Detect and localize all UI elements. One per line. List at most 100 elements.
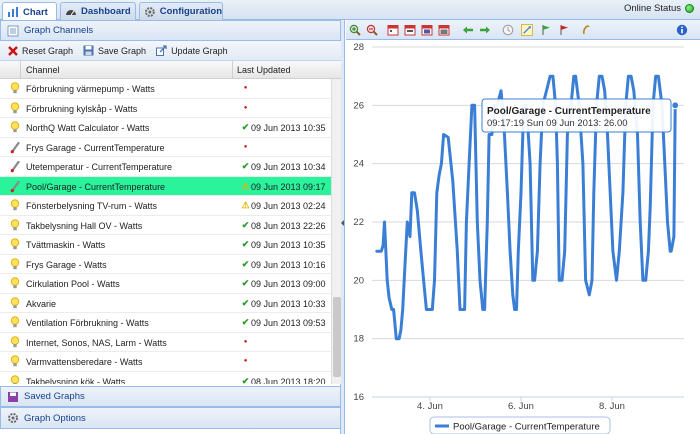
error-icon: ● xyxy=(243,85,248,91)
left-panel: Graph Channels Reset Graph Save Graph Up… xyxy=(0,20,341,434)
zoom-out-icon[interactable] xyxy=(366,24,378,36)
bulb-icon xyxy=(10,335,20,347)
bulb-icon xyxy=(10,277,20,289)
table-row[interactable]: Akvarie ✔ 09 Jun 2013 10:33 xyxy=(0,294,331,313)
channel-name: Akvarie xyxy=(26,298,57,309)
table-row[interactable]: Ventilation Förbrukning - Watts ✔ 09 Jun 2… xyxy=(0,313,331,333)
y-tick-label: 22 xyxy=(353,217,364,228)
check-icon: ✔ xyxy=(241,375,250,385)
table-row[interactable]: Frys Garage - CurrentTemperature ● xyxy=(0,138,331,157)
chart-toolbar xyxy=(346,20,700,40)
bulb-icon xyxy=(10,355,20,367)
floppy-disk-icon xyxy=(83,45,94,56)
calendar-year-icon[interactable] xyxy=(438,24,450,36)
channel-name: Internet, Sonos, NAS, Larm - Watts xyxy=(26,337,167,348)
temperature-chart[interactable]: 16 18 20 22 24 26 28 4. Jun 6. Jun 8. Jun Pool/Gar… xyxy=(346,40,700,434)
last-updated: 09 Jun 2013 10:35 xyxy=(251,123,326,133)
tab-chart[interactable]: Chart xyxy=(2,2,57,21)
channels-toolbar: Reset Graph Save Graph Update Graph xyxy=(0,41,341,61)
online-status: Online Status xyxy=(624,3,694,14)
thermometer-icon xyxy=(10,141,20,153)
tab-dashboard-label: Dashboard xyxy=(81,6,131,17)
table-row[interactable]: NorthQ Watt Calculator - Watts ✔ 09 Jun 20… xyxy=(0,118,331,138)
table-row[interactable]: Fönsterbelysning TV-rum - Watts ⚠ 09 Jun 2… xyxy=(0,196,331,216)
column-channel[interactable]: Channel xyxy=(26,65,60,75)
column-last-updated[interactable]: Last Updated xyxy=(237,65,291,75)
last-updated: 09 Jun 2013 10:16 xyxy=(251,259,326,270)
table-row[interactable]: Frys Garage - Watts ✔ 09 Jun 2013 10:16 xyxy=(0,255,331,274)
saved-graphs-header[interactable]: Saved Graphs xyxy=(0,386,341,407)
table-row[interactable]: Takbelysning kök - Watts ✔ 08 Jun 2013 18:… xyxy=(0,372,331,385)
last-updated: 09 Jun 2013 02:24 xyxy=(251,201,326,211)
tab-dashboard[interactable]: Dashboard xyxy=(60,2,136,20)
tab-bar: Chart Dashboard Configuration Online Sta… xyxy=(0,0,700,21)
table-row[interactable]: Cirkulation Pool - Watts ✔ 09 Jun 2013 09:… xyxy=(0,274,331,294)
last-updated: 09 Jun 2013 09:53 xyxy=(251,318,326,328)
graph-options-label: Graph Options xyxy=(24,412,86,424)
marker-icon[interactable] xyxy=(580,24,592,36)
reset-graph-label: Reset Graph xyxy=(22,45,74,56)
y-tick-label: 20 xyxy=(353,275,364,286)
save-graph-label: Save Graph xyxy=(98,45,147,56)
collapse-arrow-icon[interactable] xyxy=(341,220,344,226)
gear-icon xyxy=(144,6,155,17)
channel-name: Förbrukning värmepump - Watts xyxy=(26,84,155,94)
table-row[interactable]: Takbelysning Hall OV - Watts ✔ 08 Jun 2013… xyxy=(0,216,331,235)
info-icon[interactable] xyxy=(676,24,688,36)
saved-graphs-label: Saved Graphs xyxy=(24,391,85,402)
error-icon: ● xyxy=(243,338,248,345)
calendar-month-icon[interactable] xyxy=(421,24,433,36)
legend-label: Pool/Garage - CurrentTemperature xyxy=(453,422,600,433)
panel-splitter[interactable] xyxy=(341,20,345,434)
error-icon: ● xyxy=(243,104,248,111)
table-row[interactable]: Utetemperatur - CurrentTemperature ✔ 09 Ju… xyxy=(0,157,331,177)
update-graph-button[interactable]: Update Graph xyxy=(156,45,228,56)
channels-scrollbar[interactable] xyxy=(331,79,341,384)
table-row[interactable]: Förbrukning kylskåp - Watts ● xyxy=(0,99,331,118)
y-tick-label: 24 xyxy=(353,159,364,170)
save-graph-button[interactable]: Save Graph xyxy=(83,45,146,56)
calendar-day-icon[interactable] xyxy=(387,24,399,36)
table-row[interactable]: Internet, Sonos, NAS, Larm - Watts ● xyxy=(0,333,331,352)
graph-channels-icon xyxy=(7,25,19,36)
check-icon: ✔ xyxy=(241,317,250,327)
tab-configuration[interactable]: Configuration xyxy=(139,2,223,20)
chart-panel: 16 18 20 22 24 26 28 4. Jun 6. Jun 8. Jun Pool/Gar… xyxy=(346,20,700,434)
table-row[interactable]: Förbrukning värmepump - Watts ● xyxy=(0,79,331,99)
channel-name: Frys Garage - Watts xyxy=(26,259,107,270)
channel-name: Tvättmaskin - Watts xyxy=(26,240,106,250)
warning-icon: ⚠ xyxy=(241,200,250,210)
chart-legend: Pool/Garage - CurrentTemperature xyxy=(429,416,611,434)
last-updated: 09 Jun 2013 09:00 xyxy=(251,279,326,289)
scrollbar-thumb[interactable] xyxy=(333,297,341,377)
table-row[interactable]: Varmvattensberedare - Watts ● xyxy=(0,352,331,372)
calendar-week-icon[interactable] xyxy=(404,24,416,36)
edit-arrow-icon xyxy=(156,45,167,56)
channel-name: Förbrukning kylskåp - Watts xyxy=(26,103,138,114)
reset-graph-button[interactable]: Reset Graph xyxy=(8,46,73,56)
clock-icon[interactable] xyxy=(502,24,514,36)
check-icon: ✔ xyxy=(241,161,250,171)
zoom-in-icon[interactable] xyxy=(349,24,361,36)
channel-name: Takbelysning Hall OV - Watts xyxy=(26,220,143,231)
tooltip-title: Pool/Garage - CurrentTemperature xyxy=(487,106,651,117)
y-tick-label: 28 xyxy=(353,42,364,53)
arrow-left-icon[interactable] xyxy=(462,24,474,36)
graph-options-header[interactable]: Graph Options xyxy=(0,407,341,429)
bulb-icon xyxy=(10,374,20,384)
check-icon: ✔ xyxy=(241,122,250,132)
red-x-icon xyxy=(8,45,18,56)
thermometer-icon xyxy=(10,160,20,173)
graph-channels-header[interactable]: Graph Channels xyxy=(0,20,341,41)
red-flag-icon[interactable] xyxy=(558,24,570,36)
channel-name: Utetemperatur - CurrentTemperature xyxy=(26,162,173,172)
channels-list: Förbrukning värmepump - Watts ● Förbruknin… xyxy=(0,79,331,384)
channel-name: NorthQ Watt Calculator - Watts xyxy=(26,123,150,133)
table-row[interactable]: Tvättmaskin - Watts ✔ 09 Jun 2013 10:35 xyxy=(0,235,331,255)
arrow-right-icon[interactable] xyxy=(479,24,491,36)
channel-name: Takbelysning kök - Watts xyxy=(26,376,126,385)
table-row[interactable]: Pool/Garage - CurrentTemperature ⚠ 09 Jun … xyxy=(0,176,331,196)
bulb-icon xyxy=(10,199,20,211)
draw-line-icon[interactable] xyxy=(521,24,533,36)
green-flag-icon[interactable] xyxy=(540,24,552,36)
